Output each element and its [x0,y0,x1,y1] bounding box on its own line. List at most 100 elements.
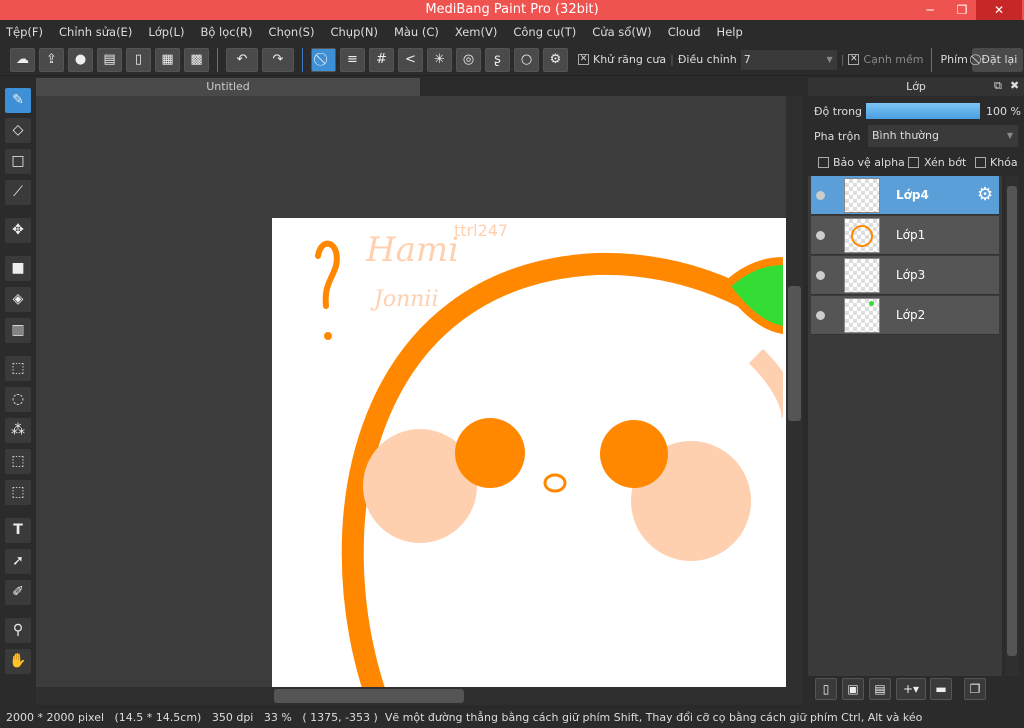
divide-tool-icon[interactable]: ✐ [5,580,31,605]
snap-off-icon[interactable]: ⃠ [311,47,336,72]
operation-tool-icon[interactable]: ➚ [5,549,31,574]
move-tool-icon[interactable]: ✥ [5,218,31,243]
concentric-snap-icon[interactable]: ◎ [456,47,481,72]
page-icon[interactable]: ▯ [126,47,151,72]
radial-snap-icon[interactable]: ✳ [427,47,452,72]
undo-icon[interactable]: ↶ [226,47,258,72]
curve-snap-icon[interactable]: ʂ [485,47,510,72]
eye-left [455,418,525,488]
snap-settings-gear-icon[interactable]: ⚙ [543,47,568,72]
status-physical: (14.5 * 14.5cm) [114,711,202,724]
menu-layer[interactable]: Lớp(L) [148,25,184,39]
lasso-icon[interactable]: ◌ [5,387,31,412]
speech-bubble-icon[interactable]: ● [68,47,93,72]
gear-icon[interactable]: ⚙ [977,184,993,205]
clipping-checkbox[interactable] [908,157,919,168]
menu-snap[interactable]: Chụp(N) [330,25,377,39]
horizontal-scrollbar[interactable] [36,687,803,705]
eyedropper-icon[interactable]: ⚲ [5,618,31,643]
blend-label: Pha trộn [814,130,861,143]
comment-icon[interactable]: ▤ [97,47,122,72]
new-halftone-layer-icon[interactable]: ▣ [842,678,864,700]
menu-edit[interactable]: Chỉnh sửa(E) [59,25,132,39]
document-tab[interactable]: Untitled [36,78,420,96]
menu-select[interactable]: Chọn(S) [269,25,315,39]
menu-tools[interactable]: Công cụ(T) [513,25,576,39]
menu-file[interactable]: Tệp(F) [6,25,43,39]
share-icon[interactable]: ⇪ [39,47,64,72]
opacity-value: 100 % [986,105,1021,118]
menu-window[interactable]: Cửa sổ(W) [592,25,651,39]
canvas-area[interactable]: Hami ttrl247 Jonnii [36,96,786,687]
canvas-text-hami: Hami [365,230,459,270]
adjust-select[interactable]: 7 ▼ [740,49,837,70]
layer-row[interactable]: Lớp1 [811,216,999,255]
rect-select-icon[interactable]: ⬚ [5,356,31,381]
eye-icon[interactable] [816,231,825,240]
restore-button[interactable]: ❐ [948,0,976,20]
eye-icon[interactable] [816,271,825,280]
lock-checkbox[interactable] [975,157,986,168]
eye-icon[interactable] [816,311,825,320]
brush-tool-icon[interactable]: ✎ [5,88,31,113]
divider [302,47,303,72]
toolbar: ☁ ⇪ ● ▤ ▯ ▦ ▩ ↶ ↷ ⃠ ≡ # < ✳ ◎ ʂ ○ ⚙ ✕ Kh… [0,44,1024,76]
eye-icon[interactable] [816,191,825,200]
select-pen-icon[interactable]: ⬚ [5,449,31,474]
layer-list: Lớp4 ⚙ Lớp1 Lớp3 Lớp2 [808,176,1002,676]
magic-wand-icon[interactable]: ⁂ [5,418,31,443]
shape-brush-icon[interactable]: ⟋ [5,180,31,205]
perspective-snap-icon[interactable]: < [398,47,423,72]
close-button[interactable]: ✕ [976,0,1022,20]
eraser-tool-icon[interactable]: ◇ [5,118,31,143]
antialias-checkbox[interactable]: ✕ [578,54,589,65]
soft-edge-checkbox[interactable]: ✕ [848,54,860,65]
new-8bit-layer-icon[interactable]: ▤ [869,678,891,700]
cloud-icon[interactable]: ☁ [10,47,35,72]
page-manage-icon[interactable]: ▩ [184,47,209,72]
layer-name: Lớp1 [896,228,926,242]
clipping-label: Xén bớt [924,156,967,169]
protect-alpha-checkbox[interactable] [818,157,829,168]
new-layer-icon[interactable]: ▯ [815,678,837,700]
layer-panel-title: Lớp [808,78,1024,96]
ellipse-snap-icon[interactable]: ○ [514,47,539,72]
chevron-down-icon: ▼ [826,54,833,64]
menu-cloud[interactable]: Cloud [668,25,701,39]
fill-rect-icon[interactable]: ■ [5,256,31,281]
duplicate-layer-icon[interactable]: ❐ [964,678,986,700]
parallel-snap-icon[interactable]: ≡ [340,47,365,72]
folder-icon[interactable]: ▬ [930,678,952,700]
blend-select[interactable]: Bình thường ▼ [868,125,1018,147]
reset-button[interactable]: ⃠ Đặt lại [971,47,1024,72]
status-dpi: 350 dpi [211,711,254,724]
hand-icon[interactable]: ✋ [5,649,31,674]
layer-row[interactable]: Lớp2 [811,296,999,335]
redo-icon[interactable]: ↷ [262,47,294,72]
menu-filter[interactable]: Bộ lọc(R) [200,25,252,39]
page-list-icon[interactable]: ▦ [155,47,180,72]
drawing-canvas[interactable]: Hami ttrl247 Jonnii [36,96,786,687]
opacity-slider[interactable] [866,103,980,119]
layer-row[interactable]: Lớp3 [811,256,999,295]
text-tool-icon[interactable]: T [5,518,31,543]
menu-help[interactable]: Help [717,25,743,39]
menu-view[interactable]: Xem(V) [455,25,497,39]
horizontal-scroll-thumb[interactable] [274,689,464,703]
layer-thumbnail [844,218,880,253]
close-panel-icon[interactable]: ✖ [1010,79,1019,92]
layer-row[interactable]: Lớp4 ⚙ [811,176,999,215]
grid-snap-icon[interactable]: # [369,47,394,72]
bucket-icon[interactable]: ◈ [5,287,31,312]
layer-panel: Lớp ⧉ ✖ Độ trong 100 % Pha trộn Bình thư… [808,78,1024,708]
dot-tool-icon[interactable]: □ [5,149,31,174]
popout-icon[interactable]: ⧉ [994,79,1002,93]
vertical-scroll-thumb[interactable] [788,286,801,421]
select-eraser-icon[interactable]: ⬚ [5,480,31,505]
layer-list-scrollbar[interactable] [1005,176,1019,676]
menu-color[interactable]: Màu (C) [394,25,439,39]
minimize-button[interactable]: ─ [916,0,944,20]
add-layer-menu-icon[interactable]: +▾ [896,678,926,700]
gradient-icon[interactable]: ▥ [5,318,31,343]
vertical-scrollbar[interactable] [786,96,803,687]
